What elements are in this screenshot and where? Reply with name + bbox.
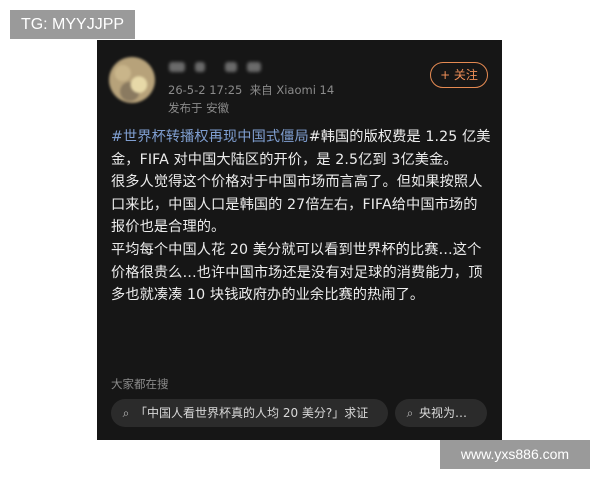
search-icon: ⌕ (406, 406, 414, 420)
post-timestamp: 26-5-2 17:25 (168, 83, 243, 97)
post-device: 来自 Xiaomi 14 (249, 83, 335, 97)
search-suggestion-2[interactable]: ⌕ 央视为… (395, 399, 487, 427)
post-location: 发布于 安徽 (168, 101, 230, 115)
post-paragraph-3: 平均每个中国人花 20 美分就可以看到世界杯的比赛…这个价格很贵么…也许中国市场… (111, 241, 483, 304)
search-suggestion-2-text: 央视为… (419, 406, 468, 420)
search-suggestion-1[interactable]: ⌕ 「中国人看世界杯真的人均 20 美分?」求证 (111, 399, 388, 427)
search-section-title: 大家都在搜 (111, 377, 169, 391)
search-icon: ⌕ (122, 406, 130, 420)
watermark-bottom-right: www.yxs886.com (440, 440, 590, 469)
username-redacted-2 (195, 62, 205, 72)
post-paragraph-2: 很多人觉得这个价格对于中国市场而言高了。但如果按照人口来比，中国人口是韩国的 2… (111, 174, 483, 236)
watermark-top-left: TG: MYYJJPP (10, 10, 135, 39)
post-card: 26-5-2 17:25 来自 Xiaomi 14 发布于 安徽 + 关注 #世… (97, 40, 502, 440)
search-suggestion-1-text: 「中国人看世界杯真的人均 20 美分?」求证 (135, 406, 369, 420)
post-body: #世界杯转播权再现中国式僵局#韩国的版权费是 1.25 亿美金，FIFA 对中国… (111, 126, 491, 307)
username-redacted-3 (225, 62, 237, 72)
post-paragraph-1: #世界杯转播权再现中国式僵局#韩国的版权费是 1.25 亿美金，FIFA 对中国… (111, 126, 491, 171)
username-redacted (169, 62, 185, 72)
hashtag-link[interactable]: #世界杯转播权再现中国式僵局 (111, 129, 309, 145)
username-redacted-4 (247, 62, 261, 72)
follow-button[interactable]: + 关注 (430, 62, 488, 88)
post-meta: 26-5-2 17:25 来自 Xiaomi 14 (168, 82, 334, 98)
avatar[interactable] (109, 57, 155, 103)
